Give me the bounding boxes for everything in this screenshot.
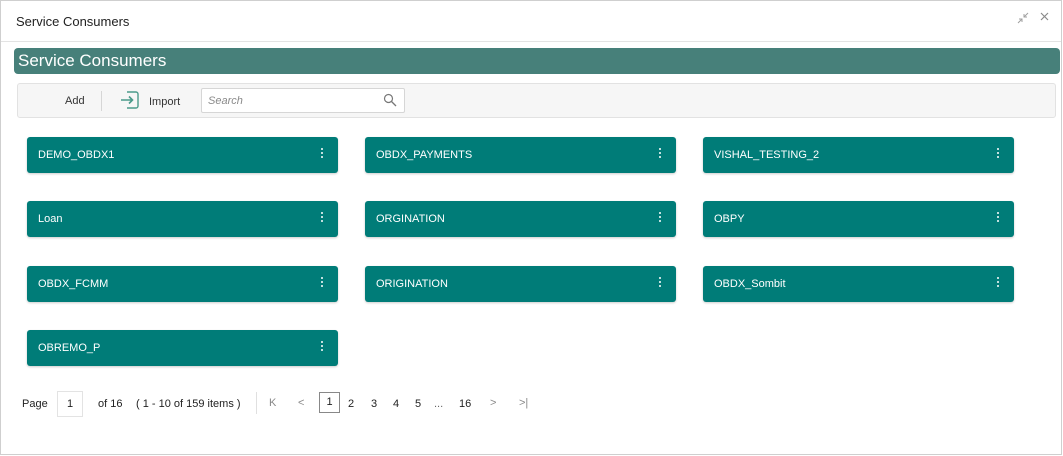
consumer-name: VISHAL_TESTING_2	[714, 149, 820, 161]
consumer-card[interactable]: OBPY	[703, 201, 1014, 237]
consumer-name: OBDX_FCMM	[38, 278, 109, 290]
consumer-card[interactable]: OBDX_FCMM	[27, 266, 338, 302]
window-titlebar: Service Consumers	[1, 1, 1061, 42]
consumer-name: ORIGINATION	[376, 278, 448, 290]
more-options-icon[interactable]	[993, 210, 1003, 224]
page-button-4[interactable]: 4	[393, 398, 399, 410]
last-page-icon[interactable]: >|	[519, 397, 528, 409]
more-options-icon[interactable]	[655, 146, 665, 160]
page-ellipsis: ...	[434, 398, 444, 410]
page-button-2[interactable]: 2	[348, 398, 354, 410]
pagination: Page of 16 ( 1 - 10 of 159 items ) K < 1…	[1, 389, 601, 419]
consumer-name: DEMO_OBDX1	[38, 149, 115, 161]
toolbar: Add Import	[17, 83, 1056, 118]
consumer-card[interactable]: Loan	[27, 201, 338, 237]
consumer-card[interactable]: VISHAL_TESTING_2	[703, 137, 1014, 173]
consumer-name: Loan	[38, 213, 63, 225]
consumer-card[interactable]: OBDX_Sombit	[703, 266, 1014, 302]
page-count-label: of 16	[98, 398, 123, 410]
more-options-icon[interactable]	[655, 275, 665, 289]
page-number-input[interactable]	[57, 391, 83, 417]
compress-icon[interactable]	[1017, 12, 1029, 27]
next-page-icon[interactable]: >	[490, 397, 496, 409]
items-range-label: ( 1 - 10 of 159 items )	[136, 398, 241, 410]
consumer-card[interactable]: ORGINATION	[365, 201, 676, 237]
import-label: Import	[149, 96, 181, 108]
more-options-icon[interactable]	[317, 210, 327, 224]
consumer-card[interactable]: ORIGINATION	[365, 266, 676, 302]
search-input[interactable]	[206, 92, 380, 110]
consumer-name: OBDX_Sombit	[714, 278, 786, 290]
consumer-card[interactable]: OBREMO_P	[27, 330, 338, 366]
more-options-icon[interactable]	[317, 339, 327, 353]
close-icon[interactable]	[1039, 11, 1050, 25]
more-options-icon[interactable]	[655, 210, 665, 224]
consumer-name: OBREMO_P	[38, 342, 101, 354]
page-button-5[interactable]: 5	[415, 398, 421, 410]
toolbar-divider	[101, 91, 102, 111]
page-title: Service Consumers	[18, 51, 167, 70]
more-options-icon[interactable]	[317, 275, 327, 289]
consumer-card[interactable]: OBDX_PAYMENTS	[365, 137, 676, 173]
consumer-name: OBDX_PAYMENTS	[376, 149, 473, 161]
search-box	[201, 88, 405, 113]
consumer-name: ORGINATION	[376, 213, 445, 225]
page-button-3[interactable]: 3	[371, 398, 377, 410]
more-options-icon[interactable]	[993, 275, 1003, 289]
more-options-icon[interactable]	[317, 146, 327, 160]
window-title: Service Consumers	[16, 14, 130, 29]
service-consumers-window: Service Consumers Service Consumers Add …	[0, 0, 1062, 455]
page-label: Page	[22, 398, 48, 410]
more-options-icon[interactable]	[993, 146, 1003, 160]
pagination-divider	[256, 392, 257, 414]
search-icon[interactable]	[383, 93, 397, 107]
add-button[interactable]: Add	[65, 95, 85, 107]
first-page-icon[interactable]: K	[269, 397, 276, 409]
import-icon	[121, 91, 139, 109]
previous-page-icon[interactable]: <	[298, 397, 304, 409]
consumer-name: OBPY	[714, 213, 745, 225]
page-header: Service Consumers	[14, 48, 1060, 74]
page-button-16[interactable]: 16	[459, 398, 471, 410]
consumer-card[interactable]: DEMO_OBDX1	[27, 137, 338, 173]
page-button-1[interactable]: 1	[319, 392, 340, 413]
